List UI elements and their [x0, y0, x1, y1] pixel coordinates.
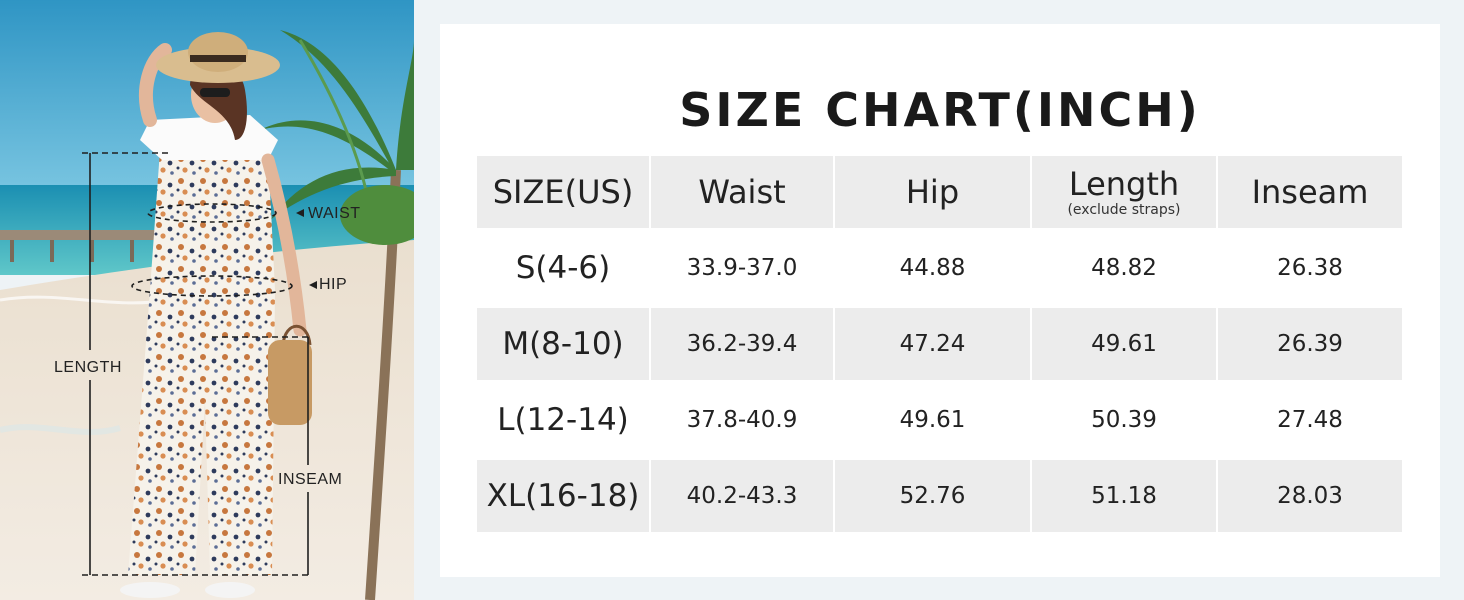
header-size: SIZE(US) — [477, 156, 649, 228]
table-row: XL(16-18) 40.2-43.3 52.76 51.18 28.03 — [477, 460, 1404, 532]
header-waist: Waist — [651, 156, 833, 228]
cell-waist: 37.8-40.9 — [686, 407, 798, 433]
header-length-label: Length — [1068, 165, 1180, 203]
header-length-note: (exclude straps) — [1067, 202, 1181, 218]
hip-measure-label: HIP — [319, 276, 348, 293]
table-header-row: SIZE(US) Waist Hip Length (exclude strap… — [477, 156, 1404, 228]
cell-waist: 40.2-43.3 — [651, 460, 833, 532]
cell-size: L(12-14) — [497, 402, 629, 438]
cell-waist: 33.9-37.0 — [686, 255, 798, 281]
size-chart-table: SIZE(US) Waist Hip Length (exclude strap… — [477, 156, 1404, 533]
cell-length: 49.61 — [1032, 308, 1216, 380]
cell-inseam: 26.39 — [1218, 308, 1402, 380]
cell-length: 51.18 — [1032, 460, 1216, 532]
inseam-measure-label: INSEAM — [278, 471, 343, 488]
header-size-label: SIZE(US) — [492, 173, 634, 211]
cell-waist: 36.2-39.4 — [651, 308, 833, 380]
table-row: M(8-10) 36.2-39.4 47.24 49.61 26.39 — [477, 308, 1404, 380]
cell-inseam: 26.38 — [1277, 255, 1343, 281]
cell-length: 50.39 — [1091, 407, 1157, 433]
header-inseam: Inseam — [1218, 156, 1402, 228]
header-hip-label: Hip — [905, 173, 960, 211]
waist-measure-label: WAIST — [308, 205, 361, 222]
cell-hip: 49.61 — [899, 407, 966, 433]
cell-size: XL(16-18) — [477, 460, 649, 532]
table-row: L(12-14) 37.8-40.9 49.61 50.39 27.48 — [477, 381, 1404, 459]
cell-size: M(8-10) — [477, 308, 649, 380]
cell-size: S(4-6) — [515, 250, 611, 286]
header-waist-label: Waist — [698, 173, 786, 211]
cell-inseam: 28.03 — [1218, 460, 1402, 532]
header-hip: Hip — [835, 156, 1030, 228]
cell-hip: 44.88 — [899, 255, 966, 281]
length-measure-label: LENGTH — [54, 359, 122, 376]
cell-inseam: 27.48 — [1277, 407, 1343, 433]
table-row: S(4-6) 33.9-37.0 44.88 48.82 26.38 — [477, 229, 1404, 307]
header-inseam-label: Inseam — [1251, 173, 1369, 211]
cell-hip: 52.76 — [835, 460, 1030, 532]
header-length: Length (exclude straps) — [1032, 156, 1216, 228]
cell-length: 48.82 — [1091, 255, 1157, 281]
size-chart-card: SIZE CHART(INCH) SIZE(US) Waist Hip Leng… — [440, 24, 1440, 577]
product-photo: WAIST HIP LENGTH INSEAM — [0, 0, 414, 600]
cell-hip: 47.24 — [835, 308, 1030, 380]
beach-scene-illustration — [0, 0, 414, 600]
size-chart-title: SIZE CHART(INCH) — [679, 83, 1201, 137]
